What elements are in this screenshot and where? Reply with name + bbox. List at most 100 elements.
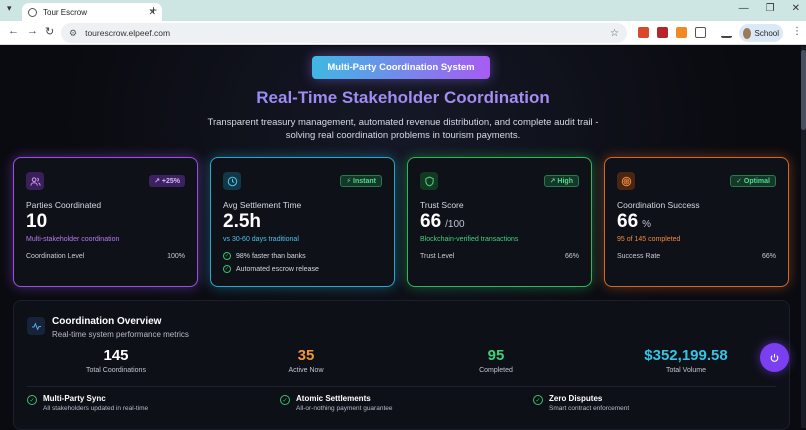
- extensions-puzzle-icon[interactable]: [695, 27, 706, 38]
- check-item: ✓ 98% faster than banks: [223, 252, 306, 260]
- overview-title: Coordination Overview: [52, 316, 162, 327]
- forward-icon[interactable]: →: [27, 25, 38, 37]
- chat-icon: [770, 353, 779, 362]
- card-value: 66%: [617, 211, 652, 232]
- card-value: 66/100: [420, 211, 465, 232]
- card-subtext: vs 30-60 days traditional: [223, 236, 299, 243]
- instant-pill: ⚡ Instant: [340, 175, 382, 187]
- check-text: 98% faster than banks: [236, 252, 306, 260]
- scrollbar-thumb[interactable]: [801, 50, 806, 130]
- feature-title: Multi-Party Sync: [43, 394, 106, 403]
- check-circle-icon: ✓: [280, 395, 290, 405]
- card-subtext: 95 of 145 completed: [617, 236, 681, 243]
- card-value: 10: [26, 211, 48, 232]
- new-tab-button[interactable]: +: [150, 3, 157, 17]
- metric-label: Trust Level: [420, 253, 455, 260]
- stat-total-coordinations: 145 Total Coordinations: [36, 347, 196, 374]
- overview-subtitle: Real-time system performance metrics: [52, 330, 189, 339]
- maximize-icon[interactable]: ❐: [766, 3, 775, 14]
- close-window-icon[interactable]: ✕: [792, 3, 800, 14]
- system-badge: Multi-Party Coordination System: [312, 56, 490, 79]
- stat-value: $352,199.58: [644, 347, 728, 364]
- extension-orange-icon[interactable]: [676, 27, 687, 38]
- parties-coordinated-card: ↗ +25% Parties Coordinated 10 Multi-stak…: [13, 157, 198, 287]
- card-value: 2.5h: [223, 211, 262, 232]
- card-subtext: Multi-stakeholder coordination: [26, 236, 120, 243]
- feature-multi-party-sync: ✓ Multi-Party Sync All stakeholders upda…: [27, 394, 148, 412]
- coordination-success-card: ✓ Optimal Coordination Success 66% 95 of…: [604, 157, 789, 287]
- check-icon: ✓: [223, 252, 231, 260]
- page-title: Real-Time Stakeholder Coordination: [0, 88, 806, 108]
- stat-label: Active Now: [288, 367, 324, 374]
- card-metric-row: Trust Level 66%: [420, 253, 579, 260]
- card-metric-row: Coordination Level 100%: [26, 253, 185, 260]
- feature-desc: All stakeholders updated in real-time: [43, 405, 149, 412]
- card-metric-row: Success Rate 66%: [617, 253, 776, 260]
- metric-value: 66%: [761, 253, 776, 260]
- card-label: Coordination Success: [617, 200, 700, 210]
- bookmark-star-icon[interactable]: ☆: [610, 28, 619, 39]
- page-subtitle: Transparent treasury management, automat…: [207, 117, 599, 141]
- feature-title: Atomic Settlements: [296, 394, 371, 403]
- browser-menu-icon[interactable]: ⋮: [792, 26, 802, 37]
- chat-launcher-button[interactable]: [760, 343, 789, 372]
- clock-icon: [223, 172, 241, 190]
- page-content: Multi-Party Coordination System Real-Tim…: [0, 46, 806, 430]
- stat-value: 145: [103, 347, 129, 364]
- window-controls: — ❐ ✕: [739, 3, 800, 14]
- extension-fox-icon[interactable]: [638, 27, 649, 38]
- browser-toolbar: ← → ↻ ⚙ tourescrow.elpeef.com ☆ School ⋮: [0, 21, 806, 45]
- back-icon[interactable]: ←: [8, 25, 19, 37]
- feature-atomic-settlements: ✓ Atomic Settlements All-or-nothing paym…: [280, 394, 392, 412]
- stat-completed: 95 Completed: [416, 347, 576, 374]
- profile-label: School: [754, 28, 779, 38]
- stat-value: 35: [297, 347, 315, 364]
- tab-title: Tour Escrow: [43, 7, 88, 17]
- stat-label: Total Coordinations: [86, 367, 146, 374]
- stat-label: Total Volume: [665, 367, 707, 374]
- extension-m-icon[interactable]: [657, 27, 668, 38]
- shield-icon: [420, 172, 438, 190]
- metric-value: 100%: [167, 253, 185, 260]
- tab-search-icon[interactable]: ▾: [7, 3, 12, 14]
- card-label: Trust Score: [420, 200, 464, 210]
- trust-score-card: ↗ High Trust Score 66/100 Blockchain-ver…: [407, 157, 592, 287]
- browser-tab[interactable]: Tour Escrow ✕: [22, 3, 162, 21]
- card-label: Avg Settlement Time: [223, 200, 302, 210]
- check-text: Automated escrow release: [236, 265, 319, 273]
- coordination-overview-panel: Coordination Overview Real-time system p…: [13, 300, 790, 430]
- users-icon: [26, 172, 44, 190]
- check-circle-icon: ✓: [27, 395, 37, 405]
- download-icon[interactable]: [721, 27, 732, 38]
- address-bar[interactable]: ⚙ tourescrow.elpeef.com ☆: [61, 23, 627, 43]
- stat-value: 95: [487, 347, 505, 364]
- metric-value: 66%: [564, 253, 579, 260]
- metric-label: Success Rate: [617, 253, 661, 260]
- avatar: [743, 27, 751, 39]
- check-icon: ✓: [223, 265, 231, 273]
- divider: [27, 386, 776, 387]
- stat-total-volume: $352,199.58 Total Volume: [606, 347, 766, 374]
- card-subtext: Blockchain-verified transactions: [420, 236, 519, 243]
- metric-label: Coordination Level: [26, 253, 85, 260]
- activity-icon: [27, 317, 45, 335]
- site-info-icon[interactable]: ⚙: [69, 28, 77, 39]
- check-circle-icon: ✓: [533, 395, 543, 405]
- url-text[interactable]: tourescrow.elpeef.com: [85, 28, 610, 38]
- site-favicon-icon: [28, 7, 37, 17]
- settlement-time-card: ⚡ Instant Avg Settlement Time 2.5h vs 30…: [210, 157, 395, 287]
- minimize-icon[interactable]: —: [739, 3, 749, 14]
- target-icon: [617, 172, 635, 190]
- feature-desc: All-or-nothing payment guarantee: [296, 405, 393, 412]
- growth-pill: ↗ +25%: [149, 175, 185, 187]
- stat-label: Completed: [479, 367, 513, 374]
- browser-tab-bar: ▾ Tour Escrow ✕ + — ❐ ✕: [0, 0, 806, 21]
- high-pill: ↗ High: [543, 175, 579, 187]
- stat-active-now: 35 Active Now: [226, 347, 386, 374]
- feature-zero-disputes: ✓ Zero Disputes Smart contract enforceme…: [533, 394, 629, 412]
- reload-icon[interactable]: ↻: [45, 25, 54, 38]
- optimal-pill: ✓ Optimal: [730, 175, 776, 187]
- feature-title: Zero Disputes: [549, 394, 603, 403]
- profile-button[interactable]: School: [739, 24, 783, 42]
- feature-desc: Smart contract enforcement: [549, 405, 630, 412]
